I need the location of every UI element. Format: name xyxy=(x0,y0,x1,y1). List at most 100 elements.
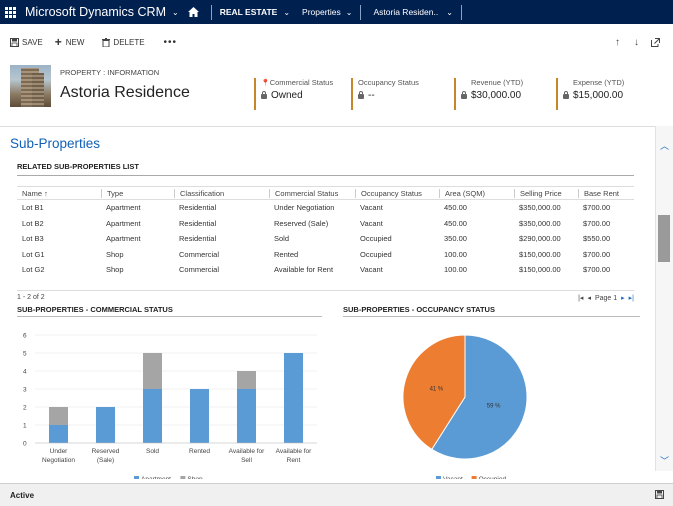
bar-apartment xyxy=(190,389,209,443)
nav-area-real-estate[interactable]: REAL ESTATE xyxy=(220,7,278,17)
nav-entity-properties[interactable]: Properties xyxy=(302,7,341,17)
table-cell: $700.00 xyxy=(583,265,611,275)
bar-shop xyxy=(143,353,162,389)
bar-shop xyxy=(49,407,68,425)
field-label: 📍Commercial Status xyxy=(261,78,334,87)
record-status: Active xyxy=(10,490,35,500)
delete-button[interactable]: DELETE xyxy=(101,37,145,47)
save-icon[interactable] xyxy=(655,489,664,501)
column-header[interactable]: Area (SQM) xyxy=(439,188,514,198)
table-cell: Residential xyxy=(179,234,217,244)
x-tick-label-line: Negotiation xyxy=(42,457,75,464)
next-page-icon[interactable]: ▸ xyxy=(621,294,625,302)
scroll-up-icon[interactable]: ︿ xyxy=(656,138,673,152)
column-header[interactable]: Occupancy Status xyxy=(355,188,439,198)
new-button[interactable]: + NEW xyxy=(54,35,85,49)
previous-page-icon[interactable]: ◂ xyxy=(587,294,591,302)
table-cell[interactable]: Lot B2 xyxy=(17,219,101,228)
arrow-down-icon[interactable]: ↓ xyxy=(634,30,639,54)
field-label: Occupancy Status xyxy=(358,78,419,87)
chart-title: SUB-PROPERTIES - COMMERCIAL STATUS xyxy=(17,305,322,317)
table-row[interactable]: Lot B3 Apartment Residential Sold Occupied 35… xyxy=(17,231,634,247)
trash-icon xyxy=(101,37,110,47)
first-page-icon[interactable]: |◂ xyxy=(578,294,583,302)
status-bar: Active xyxy=(0,483,673,506)
grid-header-row: Name ↑ Type Classification Commercial Statu… xyxy=(17,186,634,200)
table-cell[interactable]: Lot G1 xyxy=(17,250,101,259)
header-field-occupancy-status[interactable]: Occupancy Status -- xyxy=(351,78,419,110)
table-cell: Residential xyxy=(179,203,217,213)
legend-label: Shop xyxy=(187,476,203,479)
column-header[interactable]: Type xyxy=(101,188,174,198)
last-page-icon[interactable]: ▸| xyxy=(629,294,634,302)
table-cell[interactable]: Lot B1 xyxy=(17,203,101,212)
table-cell: Under Negotiation xyxy=(274,203,335,213)
nav-divider xyxy=(210,4,212,20)
property-photo[interactable] xyxy=(10,65,51,107)
chevron-down-icon[interactable]: ⌄ xyxy=(341,8,359,17)
x-tick-label-line: Rent xyxy=(287,457,301,464)
commercial-status-bar-chart[interactable]: 0 1 2 3 4 5 6 Under Negotiation Reserved (Sale) Sol… xyxy=(17,317,322,479)
column-header[interactable]: Classification xyxy=(174,188,269,198)
building-shape xyxy=(32,73,44,107)
page-label: Page 1 xyxy=(594,294,618,302)
table-cell[interactable]: Lot B3 xyxy=(17,234,101,243)
legend-label: Occupied xyxy=(479,476,507,479)
scroll-down-icon[interactable]: ﹀ xyxy=(656,453,673,467)
y-tick-label: 0 xyxy=(23,441,27,448)
delete-label: DELETE xyxy=(113,37,145,47)
new-label: NEW xyxy=(65,37,85,47)
table-cell[interactable]: Lot G2 xyxy=(17,265,101,274)
header-field-revenue[interactable]: Revenue (YTD) $30,000.00 xyxy=(454,78,523,110)
popout-icon[interactable] xyxy=(651,30,660,54)
table-cell: $350,000.00 xyxy=(519,218,561,228)
legend-label: Apartment xyxy=(141,476,171,479)
header-field-expense[interactable]: Expense (YTD) $15,000.00 xyxy=(556,78,624,110)
chevron-down-icon[interactable]: ⌄ xyxy=(277,8,296,17)
chevron-down-icon[interactable]: ⌄ xyxy=(170,8,185,17)
field-label: Revenue (YTD) xyxy=(471,78,524,87)
more-commands-button[interactable]: ••• xyxy=(164,37,178,48)
sub-properties-grid: Name ↑ Type Classification Commercial Statu… xyxy=(17,186,634,278)
arrow-up-icon[interactable]: ↑ xyxy=(615,30,620,54)
brand-title[interactable]: Microsoft Dynamics CRM xyxy=(20,5,170,19)
table-cell: $700.00 xyxy=(583,203,611,213)
column-header[interactable]: Selling Price xyxy=(514,188,578,198)
header-field-commercial-status[interactable]: 📍Commercial Status Owned xyxy=(254,78,333,110)
crm-window: Microsoft Dynamics CRM ⌄ REAL ESTATE ⌄ P… xyxy=(0,0,673,506)
chevron-down-icon[interactable]: ⌄ xyxy=(438,8,459,17)
field-value: $30,000.00 xyxy=(461,90,523,101)
nav-record-astoria[interactable]: Astoria Residen.. xyxy=(373,7,438,17)
x-tick-label-line: Available for xyxy=(229,448,265,455)
app-launcher-icon[interactable] xyxy=(0,0,20,24)
x-tick-label-line: Rented xyxy=(189,448,210,455)
legend-swatch xyxy=(180,476,186,479)
save-button[interactable]: SAVE xyxy=(10,37,43,47)
x-tick-label-line: (Sale) xyxy=(97,457,114,464)
bar-apartment xyxy=(284,353,303,443)
vertical-scrollbar[interactable]: ︿ ﹀ xyxy=(655,126,673,471)
table-row[interactable]: Lot B2 Apartment Residential Reserved (Sale… xyxy=(17,216,634,232)
table-row[interactable]: Lot G2 Shop Commercial Available for Rent Va… xyxy=(17,262,634,278)
table-cell: 450.00 xyxy=(444,203,467,213)
field-label: Expense (YTD) xyxy=(573,78,625,87)
lock-icon xyxy=(261,91,267,99)
command-bar: SAVE + NEW DELETE ••• ↑ ↓ xyxy=(0,30,673,54)
column-header[interactable]: Name ↑ xyxy=(17,189,101,198)
table-row[interactable]: Lot G1 Shop Commercial Rented Occupied 100.00… xyxy=(17,247,634,263)
entity-form-label[interactable]: PROPERTY : INFORMATION xyxy=(60,68,159,77)
home-icon[interactable] xyxy=(185,7,203,17)
bar-apartment xyxy=(49,425,68,443)
table-row[interactable]: Lot B1 Apartment Residential Under Negotiat… xyxy=(17,200,634,216)
occupancy-status-pie-chart[interactable]: 59 % 41 % Vacant Occupied xyxy=(343,317,640,479)
scroll-thumb[interactable] xyxy=(658,215,670,262)
column-header[interactable]: Base Rent xyxy=(578,188,634,198)
save-icon xyxy=(10,37,19,47)
plus-icon: + xyxy=(54,35,62,49)
table-cell: Shop xyxy=(106,249,124,259)
x-tick-label: Reserved (Sale) xyxy=(92,448,120,464)
table-cell: Shop xyxy=(106,265,124,275)
x-tick-label-line: Reserved xyxy=(92,448,120,455)
table-cell: 350.00 xyxy=(444,234,467,244)
column-header[interactable]: Commercial Status xyxy=(269,188,355,198)
